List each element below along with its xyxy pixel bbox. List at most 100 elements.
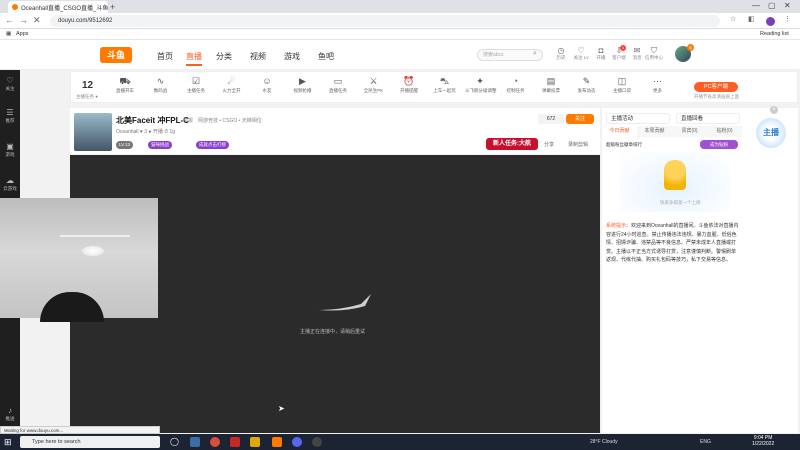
app-icon-2[interactable]: [250, 437, 260, 447]
windows-search-input[interactable]: Type here to search: [20, 436, 160, 448]
task-item[interactable]: ▤ 弹幕投票: [536, 76, 566, 94]
task-item-label: 直播开车: [116, 88, 134, 93]
anchor-activity-button[interactable]: 主播活动: [606, 113, 670, 124]
notice-body: 欢迎来到Oceanhall的直播间。斗鱼依法对直播内容进行24小时巡查。禁止传播…: [606, 223, 739, 263]
cloud-icon: ☁: [6, 176, 14, 185]
report-link[interactable]: 举报: [183, 117, 193, 124]
tab-today[interactable]: 今日贡献: [602, 126, 637, 137]
search-icon[interactable]: ⌕: [533, 50, 537, 58]
windows-start-icon[interactable]: ⊞: [4, 437, 12, 448]
heart-icon: ♡: [6, 76, 14, 85]
tab-diamond[interactable]: 钻粉(0): [707, 126, 742, 137]
promo-badge[interactable]: 主播: [756, 118, 786, 148]
tab-week[interactable]: 本周贡献: [637, 126, 672, 137]
fan-badge-rank-link[interactable]: 超级粉丝徽章排行: [606, 142, 642, 148]
system-tray-lang[interactable]: ENG: [700, 439, 711, 445]
gamepad-icon: ▣: [6, 142, 14, 151]
profile-icon[interactable]: [766, 17, 775, 26]
menu-kebab-icon[interactable]: ⋮: [784, 15, 791, 23]
task-item[interactable]: ∿ 数码战: [146, 76, 176, 94]
close-window-icon[interactable]: ✕: [784, 1, 791, 10]
app-icon-3[interactable]: [272, 437, 282, 447]
new-tab-button[interactable]: +: [110, 2, 115, 12]
system-clock[interactable]: 9:04 PM 1/22/2022: [752, 435, 774, 447]
bookmark-star-icon[interactable]: ☆: [730, 15, 736, 23]
url-field[interactable]: douyu.com/9512692: [50, 15, 720, 27]
browser-status-text: Waiting for www.douyu.com...: [0, 426, 160, 434]
task-item[interactable]: ☄ 火力全开: [217, 76, 247, 94]
nav-fishbar[interactable]: 鱼吧: [318, 51, 334, 62]
task-item[interactable]: ✎ 发布动态: [572, 76, 602, 94]
header-follow[interactable]: ♡ 关注 Lv: [570, 46, 592, 61]
apps-bookmark[interactable]: Apps: [16, 29, 29, 40]
task-item[interactable]: ☑ 主播任务: [181, 76, 211, 94]
minimize-icon[interactable]: —: [752, 1, 760, 10]
tab-vip[interactable]: 贵宾(0): [672, 126, 707, 137]
pc-client-button[interactable]: PC客户端: [694, 82, 738, 92]
sidebar-item-games[interactable]: ▣ 游戏: [0, 142, 20, 158]
level-label[interactable]: 主播任务 ●: [76, 94, 98, 100]
task-item[interactable]: ⛍ 上车一起玩: [430, 76, 460, 94]
task-item[interactable]: ⋯ 更多: [643, 76, 673, 94]
sidebar-item-cloudgame[interactable]: ☁ 云游戏: [0, 176, 20, 192]
challenge-tag[interactable]: 猫咪挑战: [148, 141, 172, 149]
forward-icon[interactable]: →: [19, 15, 28, 25]
task-item[interactable]: ⏰ 开播提醒: [394, 76, 424, 94]
promo-close-icon[interactable]: ×: [770, 106, 778, 114]
loading-fish-icon: [319, 294, 371, 311]
discord-icon[interactable]: [292, 437, 302, 447]
task-item[interactable]: ◫ 主播口袋: [607, 76, 637, 94]
tv-icon: ▭: [333, 76, 343, 86]
new-task-button[interactable]: 新人任务:大航: [486, 138, 538, 150]
nav-home[interactable]: 首页: [157, 51, 173, 62]
contribution-tabs: 今日贡献 本周贡献 贵宾(0) 钻粉(0): [602, 126, 742, 137]
stop-icon[interactable]: ✕: [33, 15, 41, 26]
share-button[interactable]: 分享: [544, 141, 554, 148]
task-item-label: 上车一起玩: [433, 88, 456, 93]
nav-games[interactable]: 游戏: [284, 51, 300, 62]
nav-live[interactable]: 直播: [186, 51, 202, 66]
chrome-icon[interactable]: [210, 437, 220, 447]
douyu-logo[interactable]: 斗鱼: [100, 47, 132, 63]
pk-icon: ⚔: [369, 76, 378, 86]
extension-icon[interactable]: ◧: [748, 15, 755, 23]
task-item[interactable]: ☺ 水友: [252, 76, 282, 94]
nav-category[interactable]: 分类: [216, 51, 232, 62]
task-item-label: 数码战: [153, 88, 168, 93]
task-item-label: 更多: [653, 88, 662, 93]
header-credit[interactable]: ⛉ 信用中心: [643, 46, 665, 61]
app-icon-1[interactable]: [230, 437, 240, 447]
room-meta: Oceanhall ♥ 3 ● 开播 ⏱ 1g: [116, 129, 176, 135]
list-icon: ☰: [6, 108, 14, 117]
header-history[interactable]: ◷ 历史: [550, 46, 572, 61]
room-category[interactable]: 网游竞技 • CSGO • 天梯相位: [198, 117, 262, 124]
room-title: 北美Faceit 冲FPL-C: [116, 116, 189, 125]
sidebar-item-push[interactable]: ♪ 推送: [0, 406, 20, 422]
task-item[interactable]: ⛟ 直播开车: [110, 76, 140, 94]
clip-button[interactable]: 录制剪辑: [568, 141, 588, 148]
weather-widget[interactable]: 28°F Cloudy: [590, 439, 618, 445]
sidebar-item-follow[interactable]: ♡ 关注: [0, 76, 20, 92]
browser-tab[interactable]: Oceanhall直播_CSGO直播_斗鱼... ×: [8, 1, 108, 13]
replay-button[interactable]: 直播回看: [676, 113, 740, 124]
task-item[interactable]: ✦ 斗飞鹅分级调整: [465, 76, 497, 94]
obs-icon[interactable]: [312, 437, 322, 447]
back-icon[interactable]: ←: [5, 15, 14, 25]
apps-grid-icon[interactable]: ▦: [6, 29, 11, 40]
rank-tag[interactable]: 成就点击打榜: [196, 141, 229, 149]
task-item[interactable]: ▶ 视频抢播: [288, 76, 318, 94]
maximize-icon[interactable]: ▢: [768, 1, 776, 10]
task-view-icon[interactable]: ◯: [170, 437, 180, 447]
empty-rank-text: 快来争取第一个上榜: [660, 200, 701, 205]
follow-button[interactable]: 关注: [566, 114, 594, 124]
reading-list[interactable]: Reading list: [760, 29, 789, 40]
file-explorer-icon[interactable]: [190, 437, 200, 447]
become-fan-button[interactable]: 成为钻粉: [700, 140, 738, 149]
task-item[interactable]: ◔ 控制任务: [501, 76, 531, 94]
task-item[interactable]: ⚔ 全民生PK: [359, 76, 389, 94]
room-thumbnail[interactable]: [74, 113, 112, 151]
task-item-label: 视频抢播: [293, 88, 312, 93]
task-item[interactable]: ▭ 直播任务: [323, 76, 353, 94]
sidebar-item-recommend[interactable]: ☰ 推荐: [0, 108, 20, 124]
nav-video[interactable]: 视频: [250, 51, 266, 62]
